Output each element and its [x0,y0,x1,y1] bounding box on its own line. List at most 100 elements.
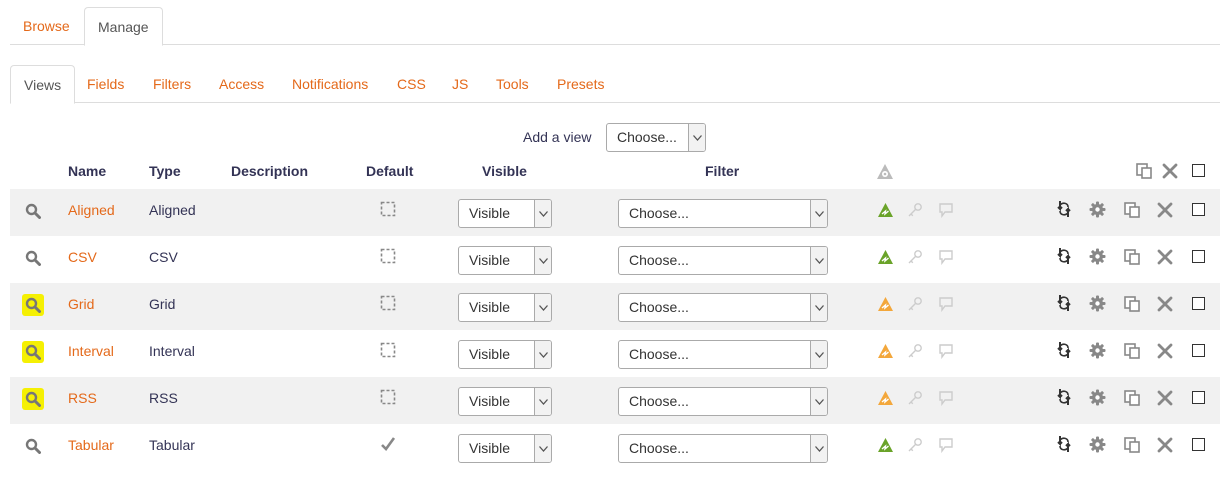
status-triangle-icon[interactable] [876,295,894,313]
status-triangle-icon[interactable] [876,342,894,360]
comment-icon[interactable] [937,248,955,266]
tab-browse[interactable]: Browse [10,7,83,45]
search-icon[interactable] [22,200,44,222]
row-select-checkbox[interactable] [1192,297,1205,310]
view-name-link[interactable]: CSV [68,249,97,265]
filter-select[interactable]: Choose... [618,246,828,275]
tab-js[interactable]: JS [439,65,481,103]
key-icon[interactable] [906,248,924,266]
gear-icon[interactable] [1088,341,1107,360]
search-icon[interactable] [22,388,44,410]
set-default-icon[interactable] [379,247,397,265]
gear-icon[interactable] [1088,247,1107,266]
duplicate-icon[interactable] [1122,247,1142,267]
duplicate-icon[interactable] [1122,294,1142,314]
duplicate-icon[interactable] [1122,435,1142,455]
row-select-checkbox[interactable] [1192,250,1205,263]
comment-icon[interactable] [937,201,955,219]
tab-notifications[interactable]: Notifications [279,65,381,103]
tab-tools[interactable]: Tools [483,65,542,103]
delete-icon[interactable] [1161,162,1179,180]
tab-views[interactable]: Views [10,65,76,104]
duplicate-icon[interactable] [1122,341,1142,361]
gear-icon[interactable] [1088,435,1107,454]
delete-icon[interactable] [1156,201,1174,219]
delete-icon[interactable] [1156,295,1174,313]
filter-select[interactable]: Choose... [618,199,828,228]
set-default-icon[interactable] [379,341,397,359]
add-view-select[interactable]: Choose... [606,123,706,152]
column-header-type[interactable]: Type [149,163,181,179]
tab-fields[interactable]: Fields [74,65,137,103]
tab-access[interactable]: Access [206,65,277,103]
add-view-select-value: Choose... [617,129,677,145]
filter-select[interactable]: Choose... [618,340,828,369]
view-name-link[interactable]: Interval [68,343,114,359]
filter-select[interactable]: Choose... [618,387,828,416]
search-icon[interactable] [22,341,44,363]
status-triangle-icon[interactable] [876,201,894,219]
comment-icon[interactable] [937,389,955,407]
set-default-icon[interactable] [379,294,397,312]
delete-icon[interactable] [1156,342,1174,360]
view-type: Interval [149,343,195,359]
search-icon[interactable] [22,247,44,269]
delete-icon[interactable] [1156,389,1174,407]
gear-icon[interactable] [1088,294,1107,313]
column-header-default: Default [366,163,414,179]
column-header-name[interactable]: Name [68,163,106,179]
row-select-checkbox[interactable] [1192,344,1205,357]
view-name-link[interactable]: Tabular [68,437,114,453]
status-triangle-icon[interactable] [876,436,894,454]
visible-select[interactable]: Visible [458,340,552,369]
comment-icon[interactable] [937,436,955,454]
refresh-icon[interactable] [1055,200,1073,218]
select-all-checkbox[interactable] [1192,164,1205,177]
key-icon[interactable] [906,436,924,454]
duplicate-icon[interactable] [1122,200,1142,220]
visible-select[interactable]: Visible [458,387,552,416]
tab-css[interactable]: CSS [384,65,439,103]
delete-icon[interactable] [1156,436,1174,454]
refresh-icon[interactable] [1055,294,1073,312]
visible-select[interactable]: Visible [458,293,552,322]
status-triangle-icon[interactable] [876,248,894,266]
duplicate-icon[interactable] [1134,161,1154,181]
default-checkmark-icon[interactable] [379,435,397,453]
key-icon[interactable] [906,201,924,219]
search-icon[interactable] [22,435,44,457]
refresh-icon[interactable] [1055,247,1073,265]
key-icon[interactable] [906,342,924,360]
tab-filters[interactable]: Filters [140,65,204,103]
key-icon[interactable] [906,295,924,313]
comment-icon[interactable] [937,342,955,360]
key-icon[interactable] [906,389,924,407]
duplicate-icon[interactable] [1122,388,1142,408]
refresh-icon[interactable] [1055,435,1073,453]
refresh-icon[interactable] [1055,341,1073,359]
row-select-checkbox[interactable] [1192,203,1205,216]
filter-select[interactable]: Choose... [618,293,828,322]
gear-icon[interactable] [1088,388,1107,407]
search-icon[interactable] [22,294,44,316]
filter-select[interactable]: Choose... [618,434,828,463]
view-type: Grid [149,296,176,312]
set-default-icon[interactable] [379,200,397,218]
row-select-checkbox[interactable] [1192,438,1205,451]
set-default-icon[interactable] [379,388,397,406]
view-name-link[interactable]: RSS [68,390,97,406]
tab-manage[interactable]: Manage [84,7,163,46]
visible-select[interactable]: Visible [458,199,552,228]
tab-presets[interactable]: Presets [544,65,617,103]
view-name-link[interactable]: Grid [68,296,94,312]
row-select-checkbox[interactable] [1192,391,1205,404]
delete-icon[interactable] [1156,248,1174,266]
refresh-icon[interactable] [1055,388,1073,406]
gear-icon[interactable] [1088,200,1107,219]
view-name-link[interactable]: Aligned [68,202,115,218]
comment-icon[interactable] [937,295,955,313]
chevron-down-icon [534,294,551,321]
status-triangle-icon[interactable] [876,389,894,407]
visible-select[interactable]: Visible [458,246,552,275]
visible-select[interactable]: Visible [458,434,552,463]
